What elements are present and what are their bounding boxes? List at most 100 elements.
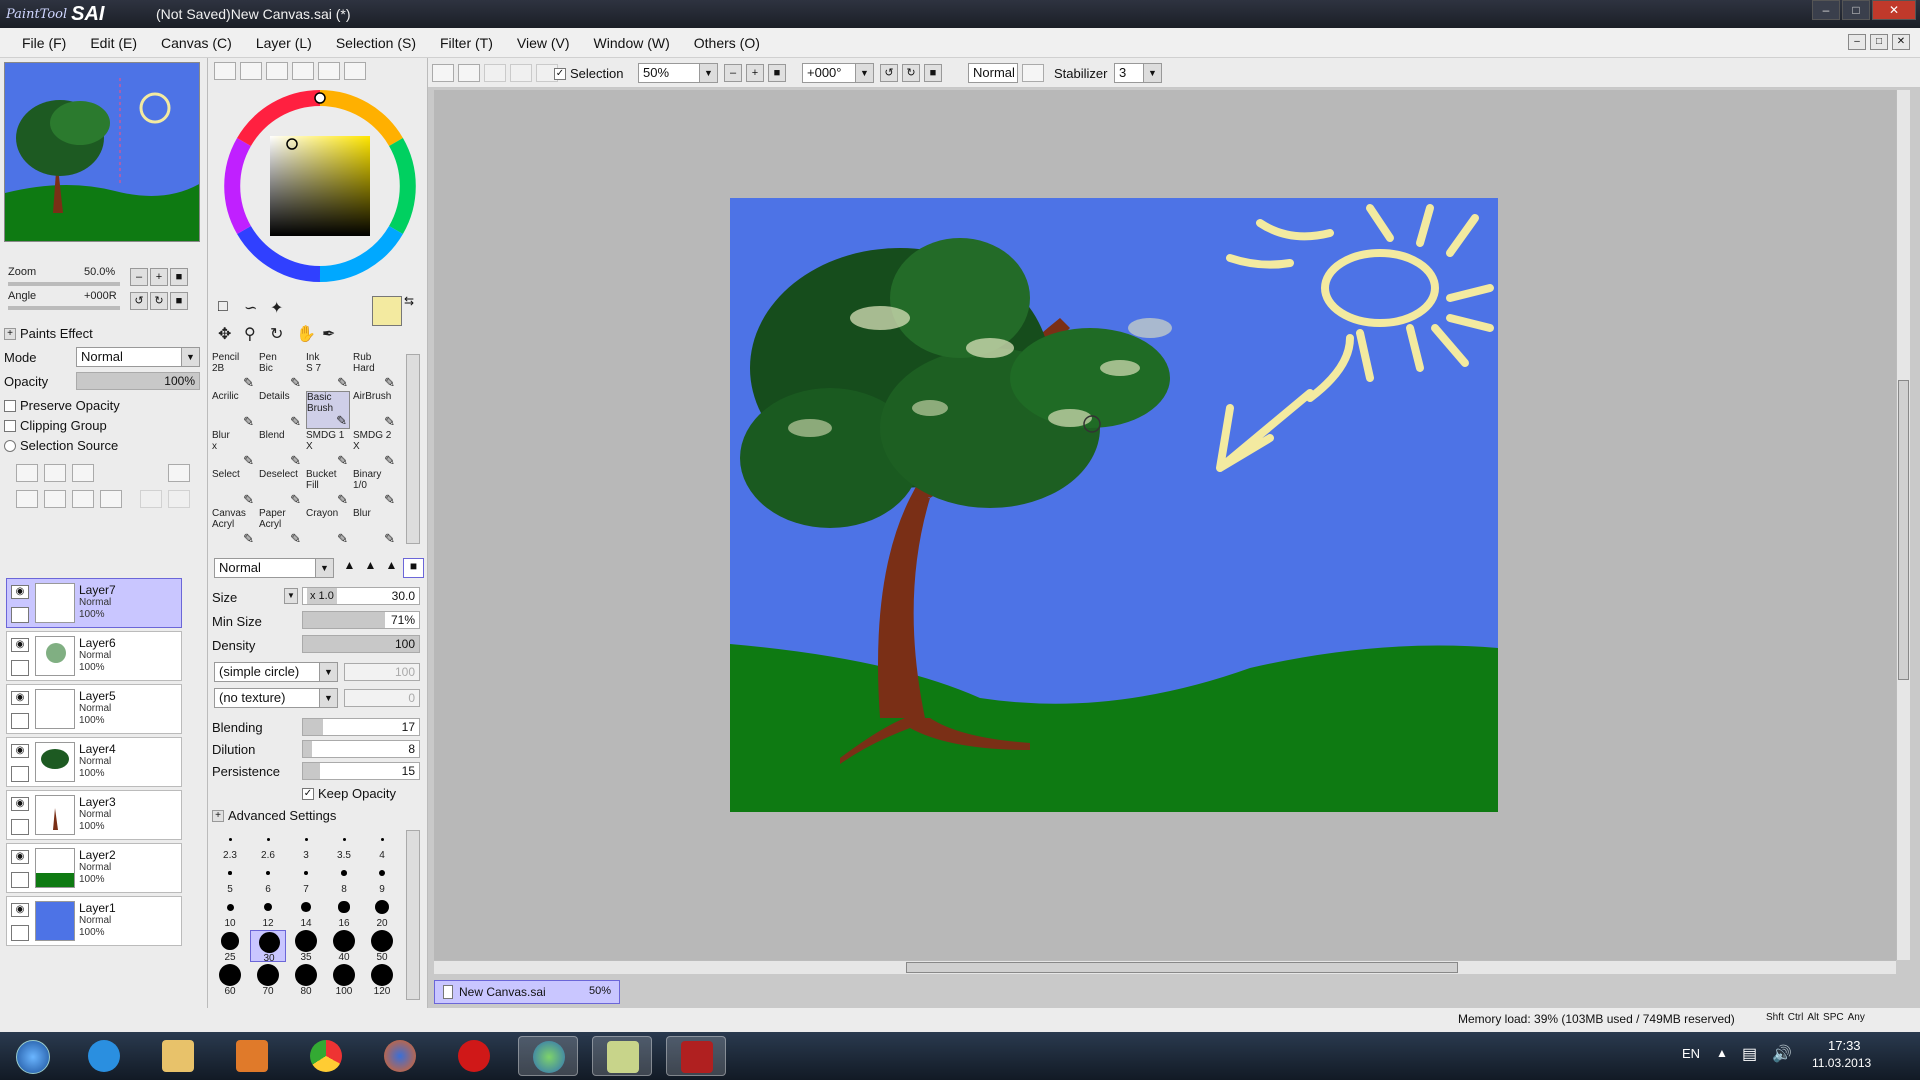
flip-icon[interactable] [1022, 64, 1044, 82]
zoom-fit-button[interactable]: ■ [768, 64, 786, 82]
taskbar-explorer[interactable] [148, 1036, 208, 1076]
density-slider[interactable]: 100 [302, 635, 420, 653]
zoom-select[interactable]: 50% ▼ [638, 63, 718, 83]
selection-source-checkbox[interactable]: Selection Source [4, 438, 118, 453]
taskbar-media[interactable] [222, 1036, 282, 1076]
size-slider[interactable]: x 1.0 30.0 [302, 587, 420, 605]
vertical-scroll-thumb[interactable] [1898, 380, 1909, 680]
size-preset[interactable]: 4 [364, 828, 400, 861]
stabilizer-select[interactable]: 3 ▼ [1114, 63, 1162, 83]
layer-item[interactable]: ◉ Layer3 Normal 100% [6, 790, 182, 840]
size-preset[interactable]: 40 [326, 930, 362, 963]
menu-layer[interactable]: Layer (L) [244, 35, 324, 51]
advanced-settings-header[interactable]: + Advanced Settings [212, 808, 336, 823]
lock-icon[interactable] [11, 872, 29, 888]
taskbar-ie[interactable] [74, 1036, 134, 1076]
zoom-reset-button[interactable]: ■ [170, 268, 188, 286]
rotate-reset-button[interactable]: ■ [924, 64, 942, 82]
preserve-opacity-checkbox[interactable]: Preserve Opacity [4, 398, 120, 413]
brush-slot[interactable]: Deselect ✎ [259, 469, 303, 507]
horizontal-scroll-thumb[interactable] [906, 962, 1458, 973]
drawing-canvas[interactable] [730, 198, 1498, 812]
dropdown-icon[interactable] [432, 64, 454, 82]
start-button[interactable] [8, 1036, 58, 1076]
zoom-in-button[interactable]: + [150, 268, 168, 286]
menu-others[interactable]: Others (O) [682, 35, 772, 51]
eyedropper-icon[interactable]: ✒ [322, 324, 335, 344]
new-folder-icon[interactable] [72, 464, 94, 482]
size-preset[interactable]: 2.3 [212, 828, 248, 861]
eye-icon[interactable]: ◉ [11, 638, 29, 652]
layer-item[interactable]: ◉ Layer2 Normal 100% [6, 843, 182, 893]
hand-icon[interactable]: ✋ [296, 324, 316, 344]
taskbar-recorder[interactable] [666, 1036, 726, 1076]
magic-wand-icon[interactable]: ✦ [270, 298, 283, 318]
new-vector-layer-icon[interactable] [44, 464, 66, 482]
clipping-group-checkbox[interactable]: Clipping Group [4, 418, 107, 433]
brush-shape-2-icon[interactable]: ▲ [361, 558, 380, 578]
size-preset[interactable]: 50 [364, 930, 400, 963]
size-preset[interactable]: 100 [326, 964, 362, 997]
taskbar-opera[interactable] [444, 1036, 504, 1076]
taskbar-firefox[interactable] [370, 1036, 430, 1076]
rotate-left-button[interactable]: ↺ [880, 64, 898, 82]
hue-marker[interactable] [314, 92, 326, 104]
brush-slot[interactable]: SMDG 1 X ✎ [306, 430, 350, 468]
brush-slot[interactable]: Bucket Fill ✎ [306, 469, 350, 507]
size-preset[interactable]: 10 [212, 896, 248, 929]
new-layer-icon[interactable] [16, 464, 38, 482]
brush-grid-scrollbar[interactable] [406, 354, 420, 544]
clock-time[interactable]: 17:33 [1828, 1038, 1861, 1053]
size-preset[interactable]: 12 [250, 896, 286, 929]
brush-slot[interactable]: Pencil 2B ✎ [212, 352, 256, 390]
brush-texture-select[interactable]: (no texture) ▼ [214, 688, 338, 708]
eye-icon[interactable]: ◉ [11, 744, 29, 758]
taskbar-notes[interactable] [592, 1036, 652, 1076]
brush-slot[interactable]: Pen Bic ✎ [259, 352, 303, 390]
move-icon[interactable]: ✥ [218, 324, 231, 344]
lasso-icon[interactable]: ∽ [244, 298, 257, 318]
menu-edit[interactable]: Edit (E) [78, 35, 149, 51]
menu-file[interactable]: File (F) [10, 35, 78, 51]
user-palette-icon[interactable] [318, 62, 340, 80]
close-button[interactable]: ✕ [1872, 0, 1916, 20]
brush-slot[interactable]: Binary 1/0 ✎ [353, 469, 397, 507]
zoom-slider[interactable] [8, 282, 120, 286]
brush-lock-icon[interactable] [11, 607, 29, 623]
menu-selection[interactable]: Selection (S) [324, 35, 428, 51]
scratchpad-icon[interactable] [344, 62, 366, 80]
view-blend-select[interactable]: Normal [968, 63, 1018, 83]
rect-select-icon[interactable]: □ [218, 298, 228, 316]
lock-icon[interactable] [11, 713, 29, 729]
brush-shape-select[interactable]: (simple circle) ▼ [214, 662, 338, 682]
dilution-slider[interactable]: 8 [302, 740, 420, 758]
clear-layer-icon[interactable] [72, 490, 94, 508]
primary-color-swatch[interactable] [372, 296, 402, 326]
size-preset[interactable]: 2.6 [250, 828, 286, 861]
brush-slot[interactable]: SMDG 2 X ✎ [353, 430, 397, 468]
brush-slot[interactable]: Basic Brush ✎ [306, 391, 350, 429]
brush-slot[interactable]: Acrilic ✎ [212, 391, 256, 429]
brush-slot[interactable]: Blur ✎ [353, 508, 397, 546]
color-wheel-icon[interactable] [214, 62, 236, 80]
eye-icon[interactable]: ◉ [11, 585, 29, 599]
layer-opacity-slider[interactable]: 100% [76, 372, 200, 390]
eye-icon[interactable]: ◉ [11, 850, 29, 864]
min-size-slider[interactable]: 71% [302, 611, 420, 629]
doc-close-button[interactable]: ✕ [1892, 34, 1910, 50]
taskbar-paintsai[interactable] [518, 1036, 578, 1076]
paints-effect-header[interactable]: + Paints Effect [4, 326, 93, 341]
brush-slot[interactable]: Details ✎ [259, 391, 303, 429]
lock-icon[interactable] [11, 766, 29, 782]
layer-item[interactable]: ◉ Layer5 Normal 100% [6, 684, 182, 734]
size-preset[interactable]: 35 [288, 930, 324, 963]
size-preset[interactable]: 16 [326, 896, 362, 929]
rotate-left-button[interactable]: ↺ [130, 292, 148, 310]
rgb-slider-icon[interactable] [240, 62, 262, 80]
layer-item[interactable]: ◉ Layer1 Normal 100% [6, 896, 182, 946]
minimize-button[interactable]: – [1812, 0, 1840, 20]
selection-checkbox[interactable]: ✓ Selection [554, 66, 623, 81]
maximize-button[interactable]: □ [1842, 0, 1870, 20]
brush-slot[interactable]: Canvas Acryl ✎ [212, 508, 256, 546]
eye-icon[interactable]: ◉ [11, 797, 29, 811]
